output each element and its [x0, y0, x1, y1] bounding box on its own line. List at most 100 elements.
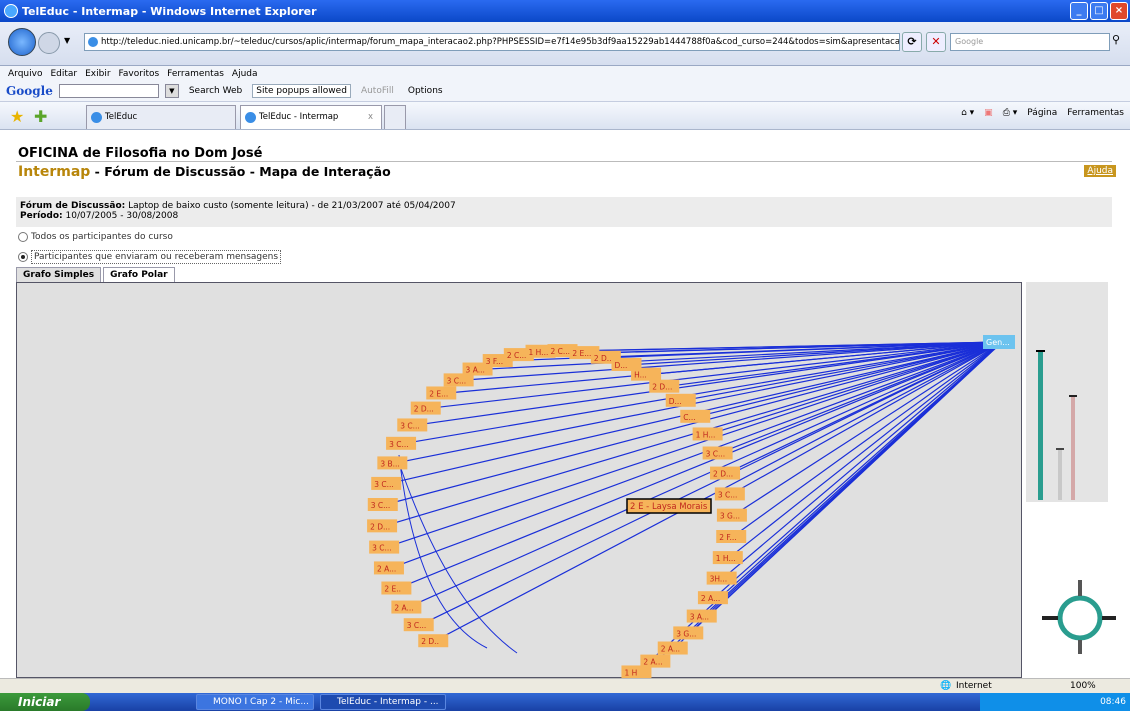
graph-node[interactable]: 1 H... — [712, 551, 743, 565]
taskbar: Iniciar MONO I Cap 2 - Mic... TelEduc - … — [0, 693, 1130, 711]
spacing-slider-handle[interactable] — [1056, 448, 1064, 450]
search-web-button[interactable]: Search Web — [185, 84, 246, 98]
node-label: 3 C... — [407, 621, 427, 630]
task-word[interactable]: MONO I Cap 2 - Mic... — [196, 694, 314, 710]
graph-node[interactable]: C... — [680, 409, 711, 423]
new-tab-button[interactable] — [384, 105, 406, 129]
graph-node[interactable]: 3H... — [706, 571, 737, 585]
graph-node[interactable]: 3 C... — [403, 618, 434, 632]
node-label: 3 G... — [720, 512, 740, 521]
graph-node[interactable]: 3 C... — [702, 446, 733, 460]
repulsion-slider-handle[interactable] — [1069, 395, 1077, 397]
zoom-slider[interactable] — [1038, 352, 1043, 500]
graph-node[interactable]: 3 B... — [377, 456, 408, 470]
node-label: 3 C... — [389, 440, 409, 449]
repulsion-slider[interactable] — [1071, 397, 1075, 500]
radio-sent-participants[interactable]: Participantes que enviaram ou receberam … — [18, 250, 282, 264]
popup-blocker-button[interactable]: Site popups allowed — [252, 84, 351, 98]
menu-arquivo[interactable]: Arquivo — [8, 69, 42, 79]
graph-node[interactable]: 2 A... — [391, 600, 422, 614]
node-label: 3 C... — [706, 449, 726, 458]
graph-node[interactable]: 2 A... — [697, 591, 728, 605]
graph-node[interactable]: 2 D.. — [418, 634, 449, 648]
graph-node[interactable]: H... — [631, 367, 662, 381]
close-tab-icon[interactable]: x — [368, 106, 373, 128]
period-label: Período: — [20, 211, 63, 221]
print-icon[interactable]: ⎙ ▾ — [1003, 108, 1018, 118]
graph-node[interactable]: 3 C... — [371, 476, 402, 490]
stop-button[interactable]: ✕ — [926, 32, 946, 52]
task-ie[interactable]: TelEduc - Intermap - ... — [320, 694, 446, 710]
graph-node[interactable]: 2 D... — [710, 466, 741, 480]
feeds-icon[interactable]: ▣ — [984, 108, 993, 118]
graph-node[interactable]: 3 C... — [397, 418, 428, 432]
interaction-graph[interactable]: 2 D.. 3 C... 2 A... 2 E.. 2 A... 3 C... 2 D...… — [16, 282, 1022, 678]
forward-button[interactable] — [38, 32, 60, 54]
graph-node[interactable]: 3 C... — [369, 540, 400, 554]
zoom-slider-handle[interactable] — [1036, 350, 1045, 352]
highlighted-node[interactable]: 2 E - Laysa Morais — [626, 498, 712, 514]
graph-node[interactable]: 2 D... — [367, 519, 398, 533]
hub-node[interactable]: Gen... — [983, 335, 1015, 349]
tab-intermap[interactable]: TelEduc - Intermap x — [240, 105, 382, 129]
zoom-level[interactable]: 100% — [1070, 681, 1096, 691]
graph-node[interactable]: 2 D... — [410, 401, 441, 415]
radio-button-selected[interactable] — [18, 252, 28, 262]
menu-ajuda[interactable]: Ajuda — [232, 69, 258, 79]
graph-node[interactable]: 2 A... — [657, 641, 688, 655]
graph-node[interactable]: 1 H — [621, 665, 652, 678]
search-icon[interactable]: ⚲ — [1112, 33, 1130, 51]
tab-grafo-polar[interactable]: Grafo Polar — [103, 267, 175, 282]
menu-ferramentas[interactable]: Ferramentas — [167, 69, 224, 79]
node-label: 2 D... — [414, 405, 434, 414]
page-menu[interactable]: Página — [1027, 108, 1057, 118]
close-window-button[interactable]: × — [1110, 2, 1128, 20]
menu-editar[interactable]: Editar — [50, 69, 77, 79]
refresh-button[interactable]: ⟳ — [902, 32, 922, 52]
add-favorite-icon[interactable]: ✚ — [34, 107, 47, 126]
tab-teleduc[interactable]: TelEduc — [86, 105, 236, 129]
graph-canvas[interactable]: 2 D.. 3 C... 2 A... 2 E.. 2 A... 3 C... 2 D...… — [17, 283, 1023, 678]
graph-node[interactable]: 3 C... — [367, 498, 398, 512]
menu-favoritos[interactable]: Favoritos — [119, 69, 160, 79]
url-field[interactable]: http://teleduc.nied.unicamp.br/~teleduc/… — [84, 33, 900, 51]
graph-node[interactable]: 3 C... — [714, 487, 745, 501]
start-button[interactable]: Iniciar — [0, 693, 90, 711]
graph-node[interactable]: D... — [665, 393, 696, 407]
radio-button[interactable] — [18, 232, 28, 242]
search-input[interactable]: Google — [950, 33, 1110, 51]
graph-node[interactable]: 2 D... — [649, 379, 680, 393]
minimize-button[interactable]: _ — [1070, 2, 1088, 20]
graph-node[interactable]: 2 E.. — [381, 581, 412, 595]
graph-node[interactable]: 3 C... — [386, 436, 417, 450]
graph-node[interactable]: 3 G... — [716, 508, 747, 522]
graph-node[interactable]: 3 G... — [673, 626, 704, 640]
help-link[interactable]: Ajuda — [1084, 165, 1116, 177]
chevron-down-icon[interactable]: ▼ — [164, 84, 179, 98]
graph-node[interactable]: 2 E... — [426, 386, 457, 400]
menu-exibir[interactable]: Exibir — [85, 69, 110, 79]
graph-node[interactable]: 2 F... — [716, 529, 747, 543]
spacing-slider[interactable] — [1058, 450, 1062, 500]
graph-node[interactable]: 3 A... — [686, 609, 717, 623]
back-button[interactable] — [8, 28, 36, 56]
favorites-star-icon[interactable]: ★ — [10, 107, 24, 126]
node-label: 2 A... — [661, 645, 680, 654]
address-toolbar: ▼ http://teleduc.nied.unicamp.br/~teledu… — [0, 22, 1130, 66]
home-icon[interactable]: ⌂ ▾ — [961, 108, 974, 118]
maximize-button[interactable]: □ — [1090, 2, 1108, 20]
options-button[interactable]: Options — [404, 84, 447, 98]
tab-grafo-simples[interactable]: Grafo Simples — [16, 267, 102, 282]
rotate-icon[interactable] — [1057, 595, 1103, 641]
google-logo[interactable]: Google — [6, 84, 53, 98]
radio-all-participants[interactable]: Todos os participantes do curso — [18, 232, 173, 242]
tools-menu[interactable]: Ferramentas — [1067, 108, 1124, 118]
autofill-button[interactable]: AutoFill — [357, 84, 398, 98]
internet-zone-icon: 🌐 — [940, 681, 952, 691]
google-search-input[interactable] — [58, 84, 159, 98]
node-label: 2 E... — [429, 389, 448, 398]
graph-node[interactable]: 1 H... — [692, 427, 723, 441]
history-dropdown-icon[interactable]: ▼ — [64, 36, 70, 45]
node-label: 2 A... — [394, 604, 413, 613]
graph-node[interactable]: 2 A... — [373, 561, 404, 575]
